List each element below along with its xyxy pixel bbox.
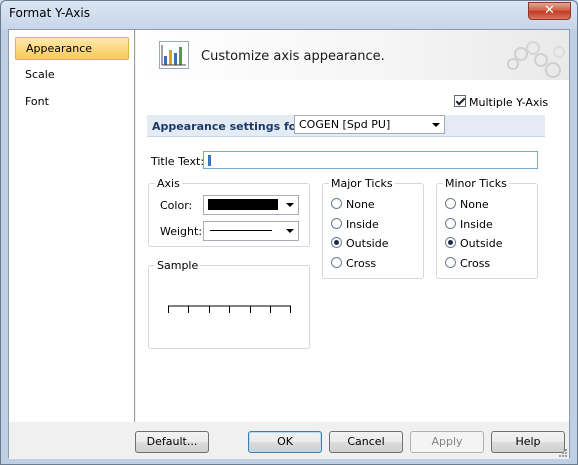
axis-sample-preview (168, 305, 291, 313)
radio-label: Cross (460, 256, 491, 270)
appearance-settings-label: Appearance settings for: (152, 120, 307, 133)
button-bar: Default... OK Cancel Apply Help (9, 422, 569, 459)
checkbox-box[interactable] (454, 95, 466, 107)
radio-button[interactable] (445, 217, 456, 229)
radio-button[interactable] (445, 197, 456, 209)
multiple-y-axis-label: Multiple Y-Axis (469, 95, 549, 109)
dialog-client-area: Appearance Scale Font Customize axis app… (8, 29, 570, 459)
appearance-settings-value: COGEN [Spd PU] (299, 118, 391, 131)
appearance-settings-row: Appearance settings for: COGEN [Spd PU] (147, 115, 545, 137)
radio-label: Outside (346, 236, 389, 250)
radio-label: Outside (460, 236, 503, 250)
close-button[interactable]: ✕ (528, 2, 571, 20)
major-ticks-inside-radio[interactable]: Inside (331, 217, 379, 233)
cancel-button[interactable]: Cancel (329, 431, 403, 453)
resize-grip-icon[interactable] (558, 448, 568, 458)
radio-button[interactable] (331, 197, 342, 209)
radio-button[interactable] (331, 256, 342, 268)
title-text-label: Title Text: (151, 155, 205, 168)
axis-group: Axis Color: Weight: (148, 177, 310, 247)
minor-ticks-cross-radio[interactable]: Cross (445, 256, 490, 272)
radio-button[interactable] (445, 256, 456, 268)
axis-weight-dropdown[interactable] (203, 221, 299, 241)
radio-label: None (460, 197, 489, 211)
line-weight-sample (210, 230, 272, 231)
color-swatch (208, 199, 278, 210)
appearance-settings-dropdown[interactable]: COGEN [Spd PU] (294, 115, 445, 134)
format-y-axis-dialog: Format Y-Axis ✕ Appearance Scale Font Cu… (0, 0, 578, 465)
axis-group-title: Axis (155, 177, 182, 190)
chevron-down-icon (286, 229, 294, 233)
sidebar: Appearance Scale Font (9, 30, 135, 422)
decorative-circles-icon (507, 41, 565, 78)
default-button[interactable]: Default... (135, 431, 209, 453)
chart-settings-icon (159, 41, 189, 69)
radio-label: Inside (346, 217, 379, 231)
minor-ticks-inside-radio[interactable]: Inside (445, 217, 493, 233)
major-ticks-cross-radio[interactable]: Cross (331, 256, 376, 272)
title-bar[interactable]: Format Y-Axis ✕ (1, 1, 577, 27)
apply-button: Apply (410, 431, 484, 453)
sidebar-item-scale[interactable]: Scale (15, 64, 129, 87)
help-button[interactable]: Help (491, 431, 565, 453)
radio-label: Cross (346, 256, 377, 270)
appearance-panel: Customize axis appearance. Multiple Y-Ax… (136, 30, 569, 422)
panel-header-text: Customize axis appearance. (201, 49, 385, 64)
major-ticks-outside-radio[interactable]: Outside (331, 236, 388, 252)
close-icon: ✕ (544, 3, 555, 18)
title-text-input[interactable] (203, 151, 538, 169)
axis-color-label: Color: (160, 199, 193, 212)
window-title: Format Y-Axis (9, 6, 90, 20)
ok-button[interactable]: OK (248, 431, 322, 453)
radio-button[interactable] (445, 236, 456, 248)
multiple-y-axis-checkbox[interactable]: Multiple Y-Axis (454, 95, 548, 109)
radio-button[interactable] (331, 217, 342, 229)
text-cursor (208, 155, 211, 166)
chevron-down-icon (432, 123, 440, 127)
minor-ticks-group: Minor Ticks None Inside Outside Cross (436, 177, 538, 279)
sidebar-item-appearance[interactable]: Appearance (15, 37, 129, 60)
minor-ticks-outside-radio[interactable]: Outside (445, 236, 502, 252)
radio-label: None (346, 197, 375, 211)
minor-ticks-none-radio[interactable]: None (445, 197, 489, 213)
radio-button[interactable] (331, 236, 342, 248)
sample-group-title: Sample (155, 259, 201, 272)
sidebar-item-font[interactable]: Font (15, 91, 129, 114)
minor-ticks-group-title: Minor Ticks (443, 177, 509, 190)
radio-label: Inside (460, 217, 493, 231)
axis-color-dropdown[interactable] (203, 195, 299, 215)
sample-group: Sample (148, 259, 310, 349)
major-ticks-group-title: Major Ticks (329, 177, 395, 190)
panel-header: Customize axis appearance. (136, 30, 569, 80)
major-ticks-none-radio[interactable]: None (331, 197, 375, 213)
chevron-down-icon (286, 203, 294, 207)
axis-weight-label: Weight: (160, 225, 203, 238)
major-ticks-group: Major Ticks None Inside Outside Cross (322, 177, 424, 279)
